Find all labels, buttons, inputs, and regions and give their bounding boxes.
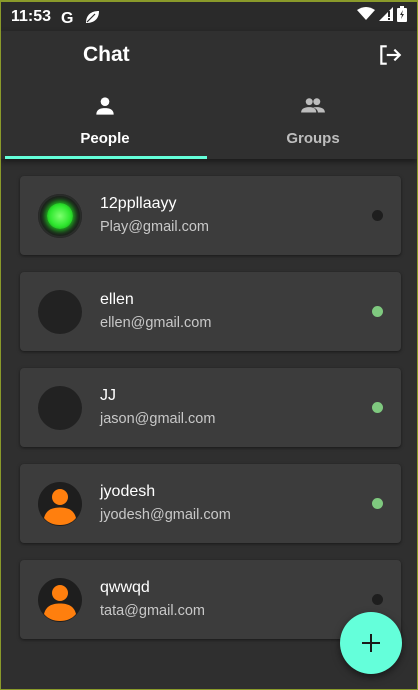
status-right-icons [357,6,407,27]
offline-status-dot [372,594,383,605]
page-title: Chat [83,43,130,66]
contact-name: jyodesh [100,483,156,500]
tab-bar: People Groups [1,87,417,159]
contact-meta: 12ppllaayy Play@gmail.com [100,194,209,237]
person-icon [92,93,118,119]
tab-groups[interactable]: Groups [209,87,417,159]
status-time: 11:53 [11,7,52,25]
logout-icon[interactable] [377,42,403,68]
signal-icon [379,7,393,26]
offline-status-dot [372,210,383,221]
contact-name: qwwqd [100,579,150,596]
contact-email: Play@gmail.com [100,219,209,235]
tab-people-label: People [80,130,130,147]
contact-meta: ellen ellen@gmail.com [100,290,211,333]
person-avatar-icon [38,481,82,526]
avatar [38,481,82,526]
tab-indicator [5,156,207,159]
add-button[interactable] [340,612,402,674]
contact-name: 12ppllaayy [100,195,177,212]
online-status-dot [372,498,383,509]
avatar [38,289,82,334]
contact-meta: qwwqd tata@gmail.com [100,578,205,621]
leaf-icon [83,8,101,26]
plus-icon [362,634,380,652]
green-orb-icon [47,202,73,229]
contact-email: ellen@gmail.com [100,315,212,331]
tab-groups-label: Groups [286,130,340,147]
online-status-dot [372,402,383,413]
google-g-icon: G [59,8,77,26]
app-bar: Chat People Groups [1,31,417,159]
avatar [38,385,82,430]
wifi-icon [357,7,375,26]
contact-name: JJ [100,387,116,404]
contact-name: ellen [100,291,134,308]
contact-card[interactable]: 12ppllaayy Play@gmail.com [20,176,401,255]
avatar [38,577,82,622]
status-bar: 11:53 G [1,0,417,31]
contact-card[interactable]: ellen ellen@gmail.com [20,272,401,351]
tab-people[interactable]: People [1,87,209,159]
group-icon [300,93,326,119]
contact-email: tata@gmail.com [100,603,205,619]
contact-card[interactable]: jyodesh jyodesh@gmail.com [20,464,401,543]
contact-email: jyodesh@gmail.com [100,507,231,523]
person-avatar-icon [38,577,82,622]
contact-list: 12ppllaayy Play@gmail.com ellen ellen@gm… [20,176,401,656]
contact-card[interactable]: JJ jason@gmail.com [20,368,401,447]
contact-meta: jyodesh jyodesh@gmail.com [100,482,231,525]
app-frame: 11:53 G Chat People Groups 12ppllaayy Pl… [0,0,418,690]
online-status-dot [372,306,383,317]
battery-icon [397,6,407,27]
svg-text:G: G [61,10,73,25]
contact-email: jason@gmail.com [100,411,216,427]
avatar [38,193,82,238]
contact-meta: JJ jason@gmail.com [100,386,215,429]
